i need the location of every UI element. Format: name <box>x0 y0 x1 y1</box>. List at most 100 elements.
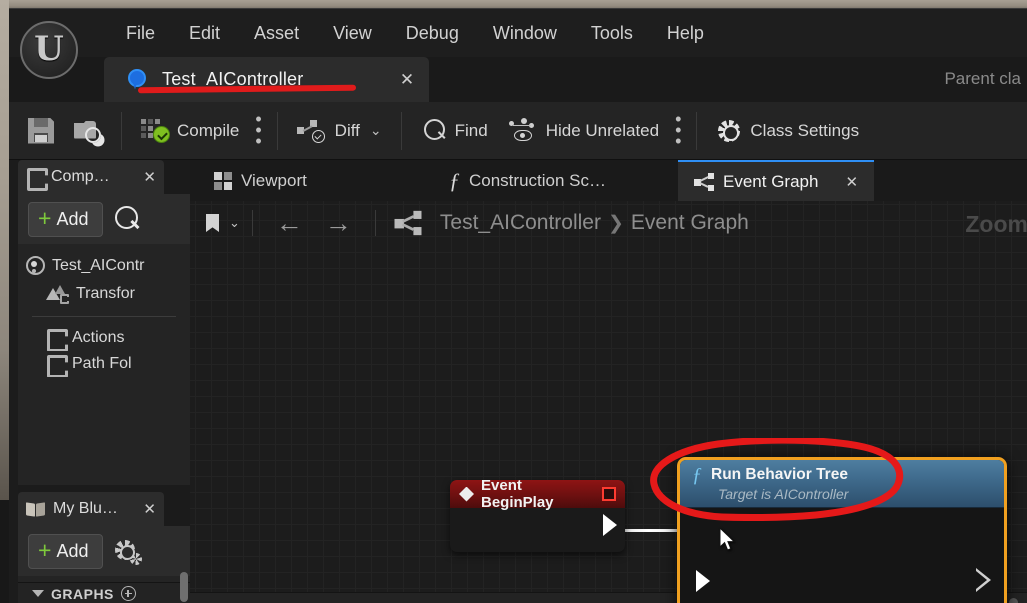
menu-item-edit[interactable]: Edit <box>172 19 237 48</box>
compile-button[interactable]: Compile <box>131 114 249 148</box>
components-tree: Test_AIContr Transfor Actions Path Fol <box>18 244 190 377</box>
asset-tab-test-aicontroller[interactable]: Test_AIController ✕ <box>104 57 429 102</box>
tree-row-transform[interactable]: Transfor <box>18 280 190 308</box>
browse-button[interactable] <box>64 114 112 148</box>
components-icon <box>26 168 44 186</box>
my-blueprint-toolbar: + Add <box>18 526 190 576</box>
tab-viewport[interactable]: Viewport <box>198 160 323 201</box>
breadcrumb-separator-1 <box>251 210 253 236</box>
components-panel: Comp… ✕ + Add Test_AIContr Transfor Acti… <box>18 160 190 485</box>
save-icon <box>28 117 54 144</box>
nav-forward-arrow-icon[interactable]: → <box>314 209 363 237</box>
tree-row-label: Transfor <box>76 285 135 302</box>
asset-tab-close-icon[interactable]: ✕ <box>397 70 417 90</box>
tab-event-graph-label: Event Graph <box>723 171 819 191</box>
menu-item-tools[interactable]: Tools <box>574 19 650 48</box>
toolbar-group-graph: Find Hide Unrelated • • • <box>402 102 697 160</box>
hide-unrelated-button[interactable]: Hide Unrelated <box>498 114 669 148</box>
exec-output-pin[interactable] <box>603 514 617 536</box>
breadcrumb-graph-icon <box>394 210 422 236</box>
class-settings-label: Class Settings <box>750 120 860 140</box>
breadcrumb-current[interactable]: Event Graph <box>631 211 749 234</box>
tab-components[interactable]: Comp… ✕ <box>18 160 164 194</box>
collapse-triangle-icon <box>32 590 44 597</box>
graphs-label: GRAPHS <box>51 585 114 602</box>
breakpoint-square-icon[interactable] <box>602 487 616 501</box>
menu-item-view[interactable]: View <box>316 19 389 48</box>
screenshot-root: U File Edit Asset View Debug Window Tool… <box>0 0 1027 603</box>
component-icon <box>46 355 64 373</box>
compile-label: Compile <box>177 120 240 140</box>
tab-event-graph-close-icon[interactable]: ✕ <box>845 173 858 191</box>
exec-output-pin[interactable] <box>976 568 991 592</box>
left-panel-column: Comp… ✕ + Add Test_AIContr Transfor Acti… <box>18 160 190 603</box>
menu-item-help[interactable]: Help <box>650 19 721 48</box>
exec-input-pin[interactable] <box>696 570 710 592</box>
hide-unrelated-options-kebab-icon[interactable]: • • • <box>669 110 687 149</box>
find-button[interactable]: Find <box>411 114 498 148</box>
toolbar-group-file <box>9 102 121 160</box>
menu-item-debug[interactable]: Debug <box>389 19 476 48</box>
compile-options-kebab-icon[interactable]: • • • <box>249 110 267 149</box>
my-blueprint-tab-close-icon[interactable]: ✕ <box>143 500 156 518</box>
tree-row-path-following[interactable]: Path Fol <box>18 351 190 377</box>
menu-items: File Edit Asset View Debug Window Tools … <box>109 9 721 57</box>
bookmark-icon[interactable] <box>202 212 224 234</box>
nav-back-arrow-icon[interactable]: ← <box>265 209 314 237</box>
function-icon: ƒ <box>692 464 702 486</box>
my-blueprint-panel: My Blu… ✕ + Add GRAPHS <box>18 492 190 603</box>
graph-breadcrumb-bar: ⌄ ← → Test_AIController ❯ Event Graph Zoom… <box>190 201 1027 245</box>
function-icon: ƒ <box>449 167 460 193</box>
class-settings-button[interactable]: Class Settings <box>706 114 869 148</box>
my-blueprint-add-label: Add <box>56 540 89 561</box>
diff-button[interactable]: Diff ⌄ <box>287 115 392 147</box>
node-title: Event BeginPlay <box>481 480 554 511</box>
tab-my-blueprint[interactable]: My Blu… ✕ <box>18 492 164 526</box>
menu-item-file[interactable]: File <box>109 19 172 48</box>
gear-icon <box>716 118 742 144</box>
save-button[interactable] <box>18 114 64 148</box>
node-header: Event BeginPlay <box>450 480 625 511</box>
plus-icon: + <box>38 537 52 564</box>
tree-row-test-aicontroller[interactable]: Test_AIContr <box>18 252 190 280</box>
components-search-icon[interactable] <box>113 205 141 233</box>
diff-label: Diff <box>334 120 360 140</box>
search-icon <box>421 118 447 144</box>
components-toolbar: + Add <box>18 194 190 244</box>
add-graph-icon[interactable] <box>120 586 136 601</box>
tree-row-label: Test_AIContr <box>52 257 145 274</box>
compile-icon <box>141 118 170 144</box>
tree-divider <box>32 316 176 317</box>
tree-row-actions[interactable]: Actions <box>18 325 190 351</box>
chevron-down-icon: ⌄ <box>369 122 382 138</box>
bookmark-chevron-down-icon[interactable]: ⌄ <box>229 215 240 231</box>
tab-construction-script[interactable]: ƒ Construction Sc… <box>433 160 622 201</box>
node-header: ƒ Run Behavior Tree Target is AIControll… <box>680 460 1004 508</box>
components-tab-close-icon[interactable]: ✕ <box>143 168 156 186</box>
breadcrumb: Test_AIController ❯ Event Graph <box>440 211 749 235</box>
menu-item-window[interactable]: Window <box>476 19 574 48</box>
toolbar-group-settings: Class Settings <box>697 102 878 160</box>
hide-unrelated-label: Hide Unrelated <box>545 120 660 140</box>
tree-row-label: Actions <box>72 329 125 346</box>
my-blueprint-scrollbar[interactable] <box>180 572 188 602</box>
bottom-bar-indicator <box>1009 598 1018 603</box>
component-icon <box>46 329 64 347</box>
event-graph-icon <box>694 172 714 191</box>
my-blueprint-settings-gear-icon[interactable] <box>113 538 143 565</box>
tab-event-graph[interactable]: Event Graph ✕ <box>678 160 875 201</box>
toolbar-group-compile: Compile • • • <box>122 102 277 160</box>
node-event-begin-play[interactable]: Event BeginPlay <box>450 480 625 552</box>
graphs-section-header[interactable]: GRAPHS <box>18 582 190 603</box>
my-blueprint-tab-label: My Blu… <box>53 500 118 517</box>
components-add-button[interactable]: + Add <box>28 201 104 237</box>
my-blueprint-tabrow: My Blu… ✕ <box>18 492 190 526</box>
desktop-background-left-lower <box>0 500 9 603</box>
viewport-icon <box>214 171 232 190</box>
unreal-logo-icon[interactable]: U <box>20 21 78 79</box>
node-body: Target self BTAsset BT_TestBt ⌄ <box>680 508 1004 603</box>
my-blueprint-add-button[interactable]: + Add <box>28 533 104 569</box>
breadcrumb-root[interactable]: Test_AIController <box>440 211 601 234</box>
unreal-logo-glyph: U <box>34 29 64 69</box>
menu-item-asset[interactable]: Asset <box>237 19 316 48</box>
